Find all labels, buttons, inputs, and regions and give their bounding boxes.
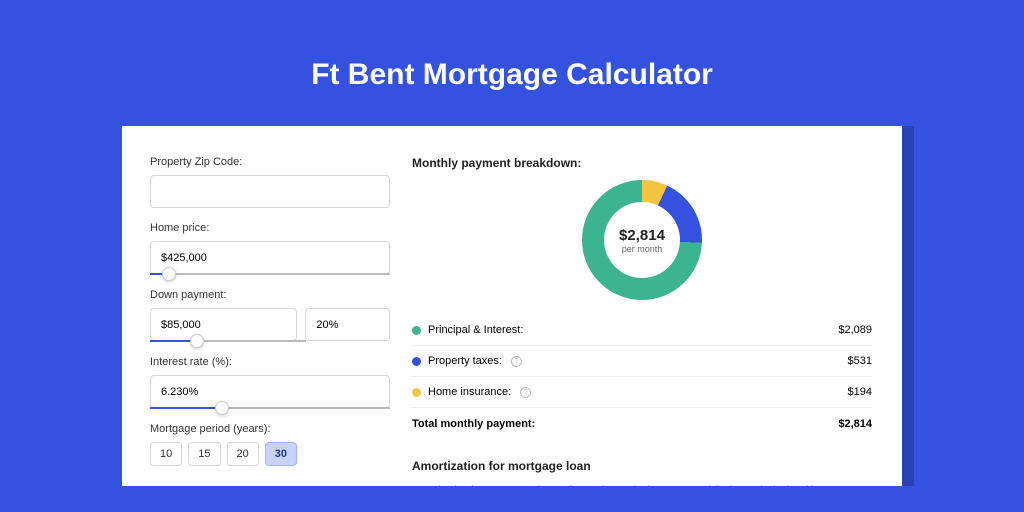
rate-field-group: Interest rate (%): [150,356,390,409]
page-title: Ft Bent Mortgage Calculator [0,58,1024,92]
legend-row-pi: Principal & Interest: $2,089 [412,315,872,346]
legend-label: Principal & Interest: [428,324,523,336]
calculator-card: Property Zip Code: Home price: Down paym… [122,126,902,486]
period-field-group: Mortgage period (years): 10 15 20 30 [150,423,390,466]
total-value: $2,814 [838,418,872,430]
dot-icon [412,388,421,397]
legend-row-total: Total monthly payment: $2,814 [412,408,872,439]
zip-field-group: Property Zip Code: [150,156,390,208]
down-payment-amount-input[interactable] [150,308,297,341]
donut-sub: per month [622,244,663,254]
period-button-20[interactable]: 20 [227,442,259,466]
period-buttons: 10 15 20 30 [150,442,390,466]
down-payment-field-group: Down payment: [150,289,390,342]
legend-label: Home insurance: [428,386,511,398]
rate-label: Interest rate (%): [150,356,390,368]
slider-thumb[interactable] [190,334,204,348]
slider-thumb[interactable] [162,267,176,281]
legend-value: $531 [848,355,872,367]
breakdown-title: Monthly payment breakdown: [412,156,872,170]
zip-label: Property Zip Code: [150,156,390,168]
home-price-slider[interactable] [150,273,390,275]
home-price-input[interactable] [150,241,390,274]
rate-input[interactable] [150,375,390,408]
period-button-30[interactable]: 30 [265,442,297,466]
total-label: Total monthly payment: [412,418,535,430]
amortization-body: Amortization for a mortgage loan refers … [412,483,872,486]
legend-label: Property taxes: [428,355,502,367]
info-icon[interactable]: ? [511,356,522,367]
breakdown-panel: Monthly payment breakdown: $2,814 per mo… [412,156,872,486]
zip-input[interactable] [150,175,390,208]
donut-amount: $2,814 [619,227,665,244]
dot-icon [412,326,421,335]
period-label: Mortgage period (years): [150,423,390,435]
period-button-15[interactable]: 15 [188,442,220,466]
amortization-section: Amortization for mortgage loan Amortizat… [412,459,872,486]
donut-chart: $2,814 per month [582,180,702,300]
legend-row-tax: Property taxes: ? $531 [412,346,872,377]
dot-icon [412,357,421,366]
legend-row-ins: Home insurance: ? $194 [412,377,872,408]
home-price-field-group: Home price: [150,222,390,275]
rate-slider[interactable] [150,407,390,409]
down-payment-pct-input[interactable] [305,308,390,341]
down-payment-slider[interactable] [150,340,306,342]
donut-wrap: $2,814 per month [412,180,872,300]
slider-thumb[interactable] [215,401,229,415]
donut-center: $2,814 per month [604,202,680,278]
info-icon[interactable]: ? [520,387,531,398]
legend-value: $2,089 [838,324,872,336]
period-button-10[interactable]: 10 [150,442,182,466]
form-panel: Property Zip Code: Home price: Down paym… [150,156,390,486]
home-price-label: Home price: [150,222,390,234]
down-payment-label: Down payment: [150,289,390,301]
amortization-title: Amortization for mortgage loan [412,459,872,473]
legend-value: $194 [848,386,872,398]
